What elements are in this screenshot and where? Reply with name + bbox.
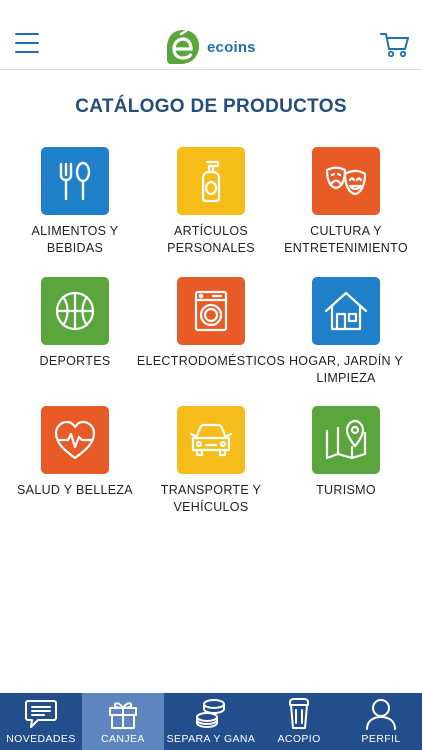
bottom-navigation: NOVEDADES CANJEA SEPARA Y GANA ACOPIO PE… (0, 693, 422, 750)
soap-bottle-icon (201, 160, 221, 203)
category-deportes[interactable]: DEPORTES (0, 277, 150, 370)
map-pin-icon (325, 419, 367, 460)
car-icon (189, 423, 233, 457)
menu-line (15, 51, 39, 53)
category-cultura-entretenimiento[interactable]: CULTURA Y ENTRETENIMIENTO (271, 147, 421, 257)
category-label: TURISMO (316, 483, 376, 497)
basketball-icon (55, 291, 95, 331)
category-label: ELECTRODOMÉSTICOS (136, 354, 286, 368)
category-transporte-vehiculos[interactable]: TRANSPORTE Y VEHÍCULOS (136, 406, 286, 516)
category-salud-belleza[interactable]: SALUD Y BELLEZA (0, 406, 150, 499)
chat-bubble-icon (24, 700, 57, 728)
nav-label: PERFIL (361, 733, 401, 745)
menu-line (15, 33, 39, 35)
category-tile (177, 406, 245, 474)
category-tile (312, 147, 380, 215)
category-tile (41, 406, 109, 474)
category-label: TRANSPORTE Y VEHÍCULOS (160, 483, 262, 514)
category-tile (41, 277, 109, 345)
heart-pulse-icon (54, 420, 96, 460)
theater-masks-icon (325, 166, 367, 196)
category-turismo[interactable]: TURISMO (271, 406, 421, 499)
nav-item-perfil[interactable]: PERFIL (340, 693, 422, 750)
nav-label: SEPARA Y GANA (166, 733, 256, 745)
category-tile (312, 277, 380, 345)
category-label: SALUD Y BELLEZA (17, 483, 133, 497)
nav-label: CANJEA (100, 733, 145, 745)
nav-label: NOVEDADES (6, 733, 76, 745)
nav-item-canjea[interactable]: CANJEA (81, 693, 164, 750)
category-label: CULTURA Y ENTRETENIMIENTO (284, 224, 408, 255)
ecoins-logo: ecoins (165, 27, 256, 67)
category-label: HOGAR, JARDÍN Y LIMPIEZA (288, 354, 403, 385)
category-label: ALIMENTOS Y BEBIDAS (31, 224, 119, 255)
house-icon (324, 291, 368, 331)
category-label: ARTÍCULOS PERSONALES (167, 224, 255, 255)
gift-icon (108, 702, 137, 729)
menu-line (15, 42, 39, 44)
shopping-cart-button[interactable] (380, 32, 410, 58)
user-icon (366, 699, 397, 730)
category-alimentos-bebidas[interactable]: ALIMENTOS Y BEBIDAS (0, 147, 150, 257)
brand-name: ecoins (207, 38, 256, 56)
category-articulos-personales[interactable]: ARTÍCULOS PERSONALES (136, 147, 286, 257)
trash-bin-icon (289, 698, 310, 729)
category-tile (41, 147, 109, 215)
category-tile (312, 406, 380, 474)
shopping-cart-icon (380, 33, 409, 58)
ecoins-leaf-icon (167, 29, 200, 64)
app-header: ecoins (0, 0, 422, 70)
category-electrodomesticos[interactable]: ELECTRODOMÉSTICOS (136, 277, 286, 370)
category-hogar-jardin-limpieza[interactable]: HOGAR, JARDÍN Y LIMPIEZA (271, 277, 421, 387)
fork-spoon-icon (59, 161, 91, 201)
category-tile (177, 147, 245, 215)
category-tile (177, 277, 245, 345)
nav-item-separa-y-gana[interactable]: SEPARA Y GANA (164, 693, 258, 750)
washing-machine-icon (194, 290, 228, 332)
nav-item-novedades[interactable]: NOVEDADES (0, 693, 82, 750)
page-title: CATÁLOGO DE PRODUCTOS (75, 96, 347, 117)
category-label: DEPORTES (39, 354, 111, 368)
nav-label: ACOPIO (277, 733, 321, 745)
nav-item-acopio[interactable]: ACOPIO (258, 693, 340, 750)
hamburger-menu-button[interactable] (15, 33, 39, 53)
coins-icon (195, 699, 225, 728)
